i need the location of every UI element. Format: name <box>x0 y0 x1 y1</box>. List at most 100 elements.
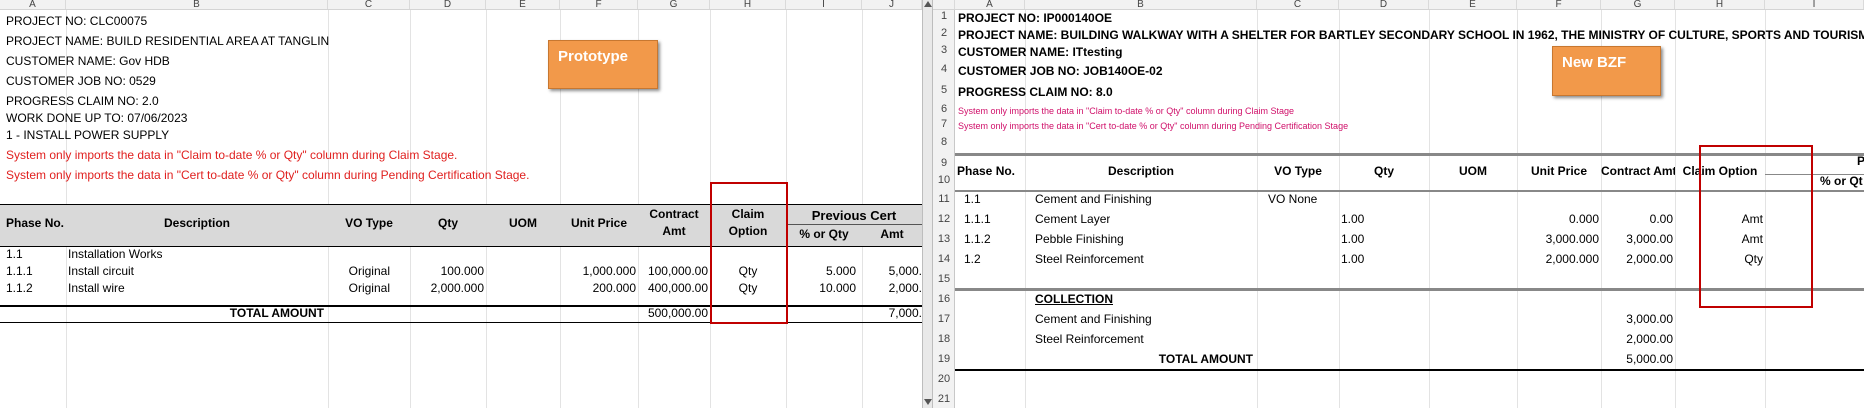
row-number[interactable]: 18 <box>933 333 955 345</box>
column-header-j[interactable]: J <box>862 0 922 9</box>
total-bottom-border <box>955 369 1864 371</box>
unit-price-cell[interactable]: 2,000.000 <box>1517 251 1599 268</box>
unit-price-cell[interactable]: 0.000 <box>1517 211 1599 228</box>
window-splitter[interactable] <box>922 0 933 408</box>
column-header-a[interactable]: A <box>0 0 66 9</box>
phase-cell[interactable]: 1.1 <box>6 246 23 263</box>
column-header-f[interactable]: F <box>1517 0 1601 9</box>
qty-cell[interactable]: 100.000 <box>410 263 484 280</box>
qty-cell[interactable]: 1.00 <box>1341 231 1364 248</box>
description-cell[interactable]: Install wire <box>68 280 125 297</box>
prev-amt-cell[interactable]: 5,000. <box>862 263 922 280</box>
column-header-g[interactable]: G <box>1601 0 1675 9</box>
project-name: PROJECT NAME: BUILDING WALKWAY WITH A SH… <box>958 28 1864 42</box>
unit-price-cell[interactable]: 1,000.000 <box>560 263 636 280</box>
collection-description[interactable]: Steel Reinforcement <box>1035 331 1144 348</box>
column-header-c[interactable]: C <box>1257 0 1339 9</box>
header-contract: Contract <box>649 207 699 221</box>
row-number[interactable]: 3 <box>933 44 955 56</box>
scroll-down-arrow-icon[interactable] <box>924 399 932 405</box>
phase-cell[interactable]: 1.1.2 <box>6 280 33 297</box>
column-header-a[interactable]: A <box>955 0 1025 9</box>
phase-cell[interactable]: 1.1 <box>964 191 981 208</box>
phase-cell[interactable]: 1.1.1 <box>964 211 991 228</box>
column-header-b[interactable]: B <box>1025 0 1257 9</box>
row-number[interactable]: 2 <box>933 27 955 39</box>
description-cell[interactable]: Cement Layer <box>1035 211 1110 228</box>
column-header-h[interactable]: H <box>1675 0 1765 9</box>
header-pct-or-qty: % or Qt <box>1820 174 1863 188</box>
contract-amt-cell[interactable]: 400,000.00 <box>638 280 708 297</box>
row-number[interactable]: 20 <box>933 373 955 385</box>
row-number[interactable]: 19 <box>933 353 955 365</box>
row-number[interactable]: 5 <box>933 84 955 96</box>
phase-cell[interactable]: 1.2 <box>964 251 981 268</box>
qty-cell[interactable]: 1.00 <box>1341 211 1364 228</box>
row-number[interactable]: 14 <box>933 253 955 265</box>
prev-pct-cell[interactable]: 5.000 <box>786 263 856 280</box>
unit-price-cell[interactable]: 200.000 <box>560 280 636 297</box>
header-unit-price: Unit Price <box>1530 164 1587 178</box>
column-header-d[interactable]: D <box>410 0 486 9</box>
scroll-up-arrow-icon[interactable] <box>924 1 932 7</box>
phase-cell[interactable]: 1.1.2 <box>964 231 991 248</box>
column-header-e[interactable]: E <box>486 0 560 9</box>
row-number[interactable]: 4 <box>933 63 955 75</box>
column-header-d[interactable]: D <box>1339 0 1429 9</box>
contract-amt-cell[interactable]: 0.00 <box>1601 211 1673 228</box>
row-number[interactable]: 9 <box>933 157 955 169</box>
qty-cell[interactable]: 2,000.000 <box>410 280 484 297</box>
header-contract-amt: Amt <box>662 224 686 238</box>
column-header-g[interactable]: G <box>638 0 710 9</box>
total-prev-amt[interactable]: 7,000. <box>862 305 922 322</box>
unit-price-cell[interactable]: 3,000.000 <box>1517 231 1599 248</box>
column-header-bar: A B C D E F G H I <box>933 0 1864 10</box>
collection-amount[interactable]: 2,000.00 <box>1601 331 1673 348</box>
row-number[interactable]: 21 <box>933 393 955 405</box>
prev-pct-cell[interactable]: 10.000 <box>786 280 856 297</box>
total-contract-amt[interactable]: 500,000.00 <box>638 305 708 322</box>
row-number[interactable]: 13 <box>933 233 955 245</box>
row-number[interactable]: 11 <box>933 193 955 205</box>
contract-amt-cell[interactable]: 3,000.00 <box>1601 231 1673 248</box>
vo-type-cell[interactable]: VO None <box>1268 191 1317 208</box>
new-bzf-sheet-pane[interactable]: A B C D E F G H I 1 2 3 4 5 6 7 8 9 10 1… <box>933 0 1864 408</box>
column-header-f[interactable]: F <box>560 0 638 9</box>
row-number[interactable]: 17 <box>933 313 955 325</box>
prototype-sheet-pane[interactable]: A B C D E F G H I J PROJECT NO: CLC00075… <box>0 0 922 408</box>
header-qty: Qty <box>437 216 458 230</box>
description-cell[interactable]: Steel Reinforcement <box>1035 251 1144 268</box>
description-cell[interactable]: Pebble Finishing <box>1035 231 1124 248</box>
row-number[interactable]: 1 <box>933 10 955 22</box>
column-header-i[interactable]: I <box>1765 0 1864 9</box>
phase-cell[interactable]: 1.1.1 <box>6 263 33 280</box>
row-number[interactable]: 6 <box>933 103 955 115</box>
row-number[interactable]: 7 <box>933 118 955 130</box>
row-number[interactable]: 10 <box>933 174 955 186</box>
header-description: Description <box>1107 164 1174 178</box>
description-cell[interactable]: Cement and Finishing <box>1035 191 1152 208</box>
column-header-i[interactable]: I <box>786 0 862 9</box>
row-header-corner[interactable] <box>933 0 955 9</box>
collection-description[interactable]: Cement and Finishing <box>1035 311 1152 328</box>
row-number[interactable]: 8 <box>933 136 955 148</box>
qty-cell[interactable]: 1.00 <box>1341 251 1364 268</box>
column-header-h[interactable]: H <box>710 0 786 9</box>
total-amount-value[interactable]: 5,000.00 <box>1601 351 1673 368</box>
description-cell[interactable]: Install circuit <box>68 263 134 280</box>
row-number[interactable]: 15 <box>933 273 955 285</box>
column-header-e[interactable]: E <box>1429 0 1517 9</box>
row-number[interactable]: 16 <box>933 293 955 305</box>
description-cell[interactable]: Installation Works <box>68 246 162 263</box>
contract-amt-cell[interactable]: 2,000.00 <box>1601 251 1673 268</box>
collection-amount[interactable]: 3,000.00 <box>1601 311 1673 328</box>
row-number[interactable]: 12 <box>933 213 955 225</box>
header-uom: UOM <box>1459 164 1487 178</box>
column-header-c[interactable]: C <box>328 0 410 9</box>
vo-type-cell[interactable]: Original <box>328 280 390 297</box>
contract-amt-cell[interactable]: 100,000.00 <box>638 263 708 280</box>
header-previous-cert: Previous Cert <box>811 208 897 223</box>
vo-type-cell[interactable]: Original <box>328 263 390 280</box>
column-header-b[interactable]: B <box>66 0 328 9</box>
prev-amt-cell[interactable]: 2,000. <box>862 280 922 297</box>
